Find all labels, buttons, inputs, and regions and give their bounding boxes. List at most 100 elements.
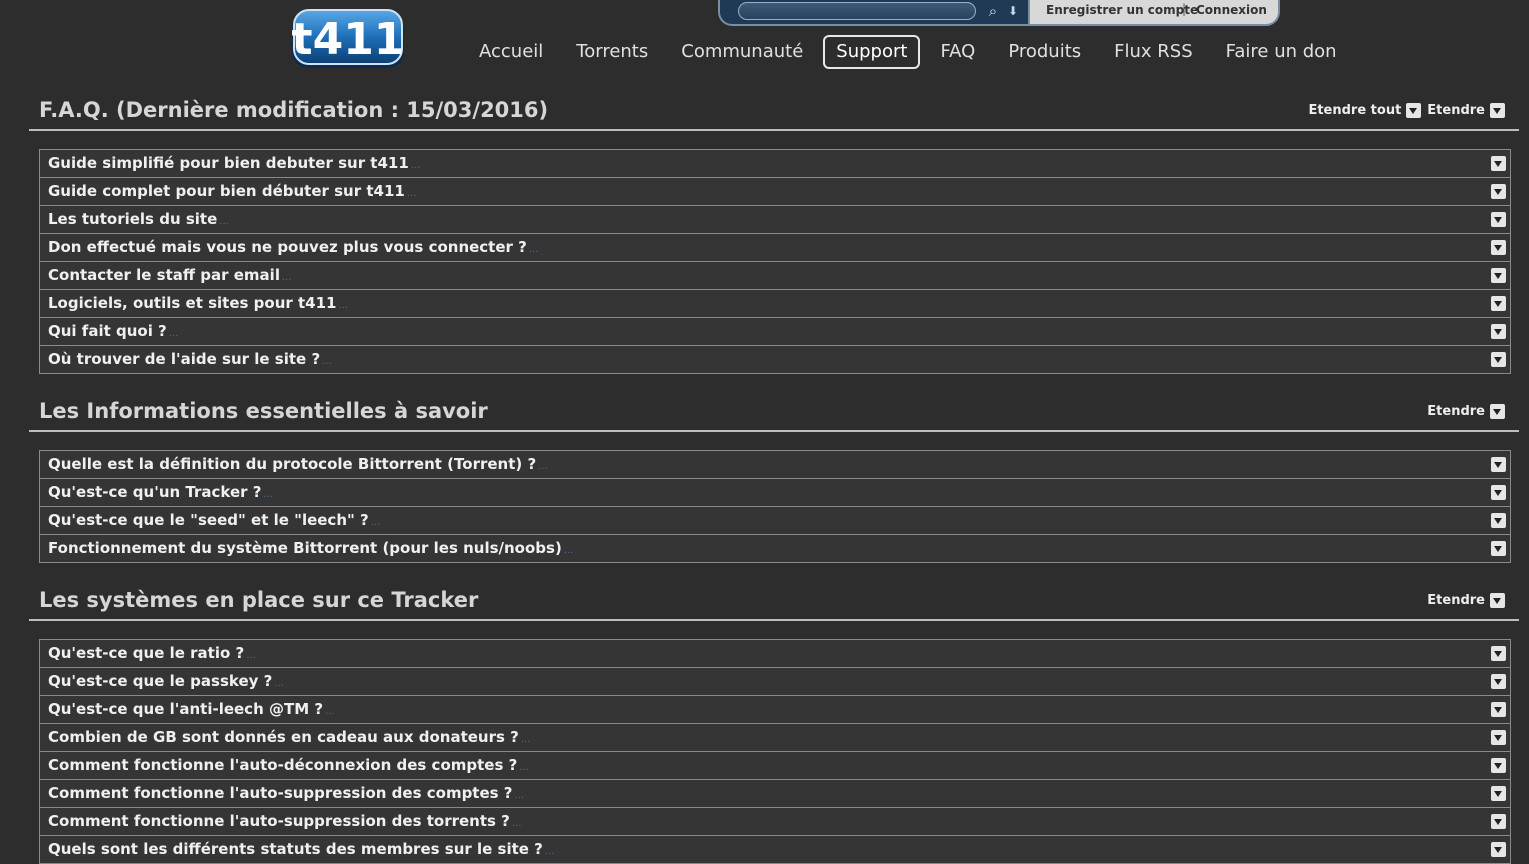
expand-button[interactable]: Etendre <box>1427 593 1505 608</box>
chevron-down-icon <box>1406 103 1422 118</box>
register-link[interactable]: Enregistrer un compte <box>1046 3 1198 17</box>
svg-text:t411: t411 <box>292 14 405 65</box>
faq-question[interactable]: Qu'est-ce qu'un Tracker ?... <box>48 482 273 505</box>
separator: | <box>1182 2 1187 16</box>
more-dots: ... <box>219 216 229 227</box>
faq-question[interactable]: Comment fonctionne l'auto-déconnexion de… <box>48 755 529 778</box>
chevron-down-icon[interactable] <box>1491 646 1506 661</box>
faq-question[interactable]: Qu'est-ce que le "seed" et le "leech" ?.… <box>48 510 380 533</box>
faq-item[interactable]: Comment fonctionne l'auto-suppression de… <box>40 808 1510 836</box>
faq-item[interactable]: Les tutoriels du site... <box>40 206 1510 234</box>
faq-question-text: Logiciels, outils et sites pour t411 <box>48 294 337 312</box>
more-dots: ... <box>281 272 292 283</box>
expand-button[interactable]: Etendre <box>1427 103 1505 118</box>
chevron-down-icon[interactable] <box>1491 156 1506 171</box>
chevron-down-icon[interactable] <box>1491 814 1506 829</box>
more-dots: ... <box>370 517 381 528</box>
expand-all-button[interactable]: Etendre tout <box>1308 103 1422 118</box>
chevron-down-icon[interactable] <box>1491 541 1506 556</box>
faq-item[interactable]: Guide complet pour bien débuter sur t411… <box>40 178 1510 206</box>
more-dots: ... <box>263 489 274 500</box>
faq-question[interactable]: Qu'est-ce que l'anti-leech @TM ?... <box>48 699 335 722</box>
nav-produits[interactable]: Produits <box>995 35 1094 69</box>
section-controls: Etendre <box>1421 404 1505 419</box>
faq-question[interactable]: Don effectué mais vous ne pouvez plus vo… <box>48 237 538 260</box>
faq-item[interactable]: Qu'est-ce que le passkey ?... <box>40 668 1510 696</box>
faq-question[interactable]: Qui fait quoi ?... <box>48 321 178 344</box>
faq-question[interactable]: Guide simplifié pour bien debuter sur t4… <box>48 153 420 176</box>
chevron-down-icon[interactable] <box>1491 702 1506 717</box>
faq-item[interactable]: Quelle est la définition du protocole Bi… <box>40 451 1510 479</box>
chevron-down-icon[interactable] <box>1491 268 1506 283</box>
faq-question-text: Qu'est-ce que l'anti-leech @TM ? <box>48 700 324 718</box>
chevron-down-icon[interactable] <box>1491 457 1506 472</box>
faq-list: Guide simplifié pour bien debuter sur t4… <box>39 149 1511 374</box>
section-controls: Etendre <box>1421 593 1505 608</box>
faq-question[interactable]: Où trouver de l'aide sur le site ?... <box>48 349 332 372</box>
faq-item[interactable]: Don effectué mais vous ne pouvez plus vo… <box>40 234 1510 262</box>
expand-button[interactable]: Etendre <box>1427 404 1505 419</box>
faq-item[interactable]: Comment fonctionne l'auto-suppression de… <box>40 780 1510 808</box>
faq-item[interactable]: Qu'est-ce que le "seed" et le "leech" ?.… <box>40 507 1510 535</box>
nav-support[interactable]: Support <box>823 35 921 69</box>
nav-faq[interactable]: FAQ <box>927 35 988 69</box>
chevron-down-icon[interactable] <box>1491 842 1506 857</box>
more-dots: ... <box>322 356 332 367</box>
nav-flux-rss[interactable]: Flux RSS <box>1101 35 1206 69</box>
faq-item[interactable]: Guide simplifié pour bien debuter sur t4… <box>40 150 1510 178</box>
chevron-down-icon[interactable] <box>1491 324 1506 339</box>
faq-question-text: Guide simplifié pour bien debuter sur t4… <box>48 154 409 172</box>
faq-question-text: Qu'est-ce qu'un Tracker ? <box>48 483 262 501</box>
faq-item[interactable]: Contacter le staff par email... <box>40 262 1510 290</box>
chevron-down-icon <box>1490 404 1505 419</box>
chevron-down-icon[interactable] <box>1491 513 1506 528</box>
faq-item[interactable]: Où trouver de l'aide sur le site ?... <box>40 346 1510 374</box>
search-icon[interactable]: ⌕ <box>984 2 1002 20</box>
more-dots: ... <box>514 790 525 801</box>
down-arrow-icon[interactable]: ⬇ <box>1005 3 1021 19</box>
faq-question[interactable]: Contacter le staff par email... <box>48 265 292 288</box>
faq-question[interactable]: Fonctionnement du système Bittorrent (po… <box>48 538 573 561</box>
chevron-down-icon[interactable] <box>1491 352 1506 367</box>
faq-item[interactable]: Fonctionnement du système Bittorrent (po… <box>40 535 1510 563</box>
faq-question[interactable]: Comment fonctionne l'auto-suppression de… <box>48 811 521 834</box>
chevron-down-icon[interactable] <box>1491 212 1506 227</box>
faq-question[interactable]: Les tutoriels du site... <box>48 209 229 232</box>
chevron-down-icon[interactable] <box>1491 786 1506 801</box>
chevron-down-icon[interactable] <box>1491 296 1506 311</box>
faq-question[interactable]: Quelle est la définition du protocole Bi… <box>48 454 548 477</box>
faq-item[interactable]: Qui fait quoi ?... <box>40 318 1510 346</box>
nav-accueil[interactable]: Accueil <box>466 35 556 69</box>
faq-item[interactable]: Qu'est-ce que le ratio ?... <box>40 640 1510 668</box>
chevron-down-icon[interactable] <box>1491 485 1506 500</box>
faq-item[interactable]: Qu'est-ce qu'un Tracker ?... <box>40 479 1510 507</box>
nav-faire-un-don[interactable]: Faire un don <box>1213 35 1350 69</box>
search-input[interactable] <box>738 2 976 20</box>
faq-question[interactable]: Qu'est-ce que le passkey ?... <box>48 671 284 694</box>
t411-logo[interactable]: t411 <box>288 4 408 72</box>
nav-communaute[interactable]: Communauté <box>668 35 816 69</box>
faq-item[interactable]: Logiciels, outils et sites pour t411... <box>40 290 1510 318</box>
faq-question[interactable]: Qu'est-ce que le ratio ?... <box>48 643 256 666</box>
faq-question[interactable]: Guide complet pour bien débuter sur t411… <box>48 181 416 204</box>
chevron-down-icon[interactable] <box>1491 758 1506 773</box>
faq-question-text: Guide complet pour bien débuter sur t411 <box>48 182 405 200</box>
login-link[interactable]: Connexion <box>1196 3 1267 17</box>
faq-question[interactable]: Combien de GB sont donnés en cadeau aux … <box>48 727 530 750</box>
faq-question[interactable]: Quels sont les différents statuts des me… <box>48 839 554 862</box>
faq-question[interactable]: Comment fonctionne l'auto-suppression de… <box>48 783 524 806</box>
faq-item[interactable]: Comment fonctionne l'auto-déconnexion de… <box>40 752 1510 780</box>
chevron-down-icon[interactable] <box>1491 240 1506 255</box>
faq-item[interactable]: Combien de GB sont donnés en cadeau aux … <box>40 724 1510 752</box>
section-title: Les Informations essentielles à savoir <box>39 399 488 423</box>
nav-torrents[interactable]: Torrents <box>563 35 661 69</box>
chevron-down-icon[interactable] <box>1491 184 1506 199</box>
faq-question[interactable]: Logiciels, outils et sites pour t411... <box>48 293 348 316</box>
more-dots: ... <box>538 461 548 472</box>
chevron-down-icon[interactable] <box>1491 674 1506 689</box>
faq-question-text: Comment fonctionne l'auto-suppression de… <box>48 784 513 802</box>
faq-item[interactable]: Qu'est-ce que l'anti-leech @TM ?... <box>40 696 1510 724</box>
faq-item[interactable]: Quels sont les différents statuts des me… <box>40 836 1510 864</box>
faq-question-text: Comment fonctionne l'auto-suppression de… <box>48 812 510 830</box>
chevron-down-icon[interactable] <box>1491 730 1506 745</box>
